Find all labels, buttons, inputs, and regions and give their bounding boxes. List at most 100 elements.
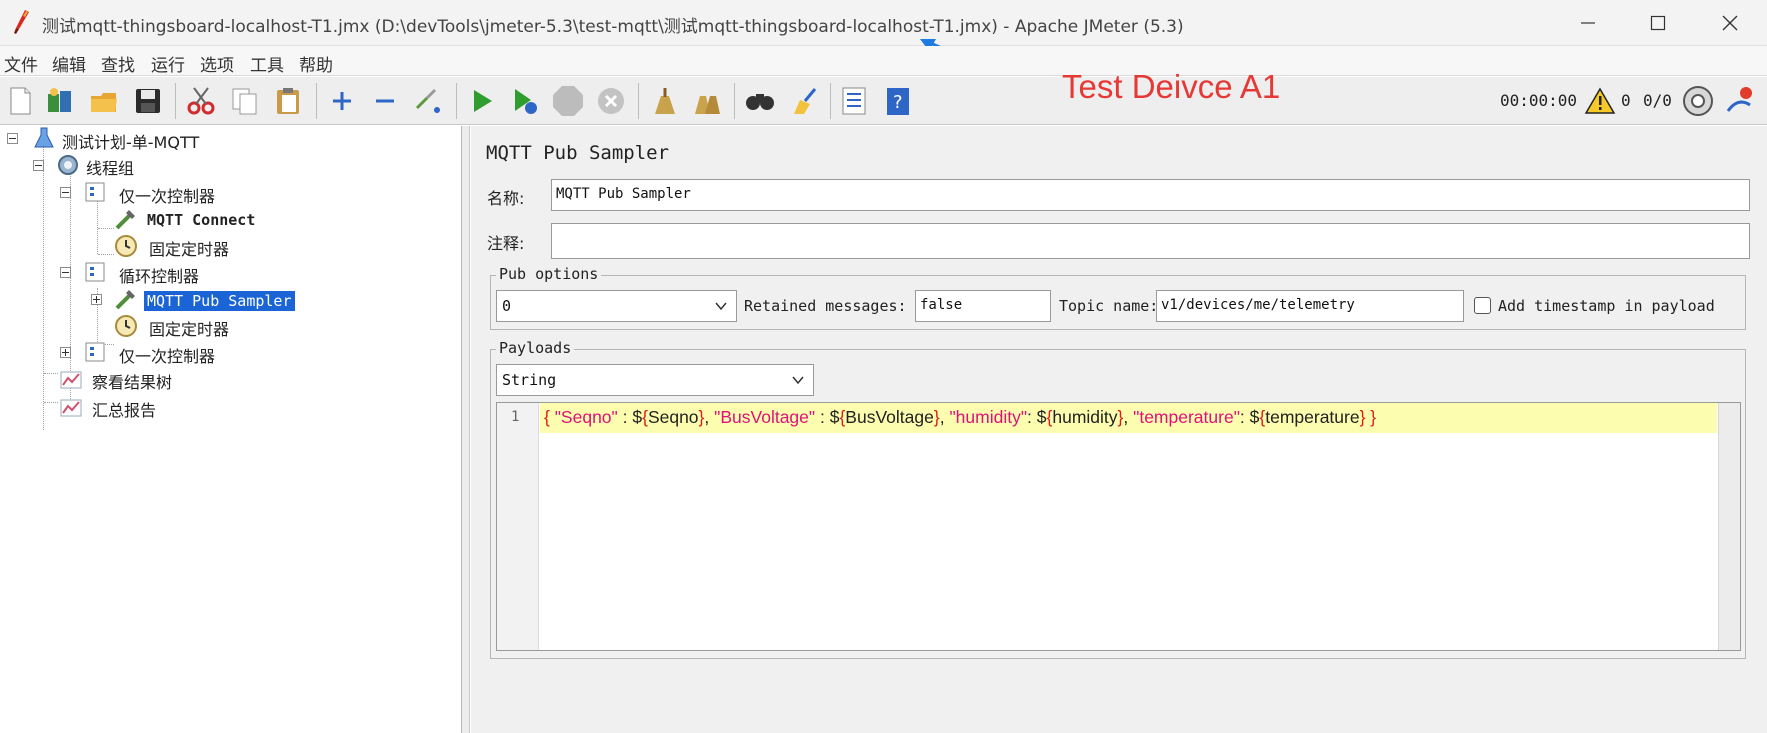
toggle-button[interactable] — [410, 83, 446, 119]
collapse-toggle[interactable] — [7, 133, 18, 144]
help-icon: ? — [887, 88, 909, 115]
remote-status-icon — [1683, 86, 1713, 116]
test-plan-tree: 测试计划-单-MQTT 线程组 仅一次控制器 MQTT Connect 固定定时… — [0, 126, 462, 733]
function-helper-button[interactable] — [836, 83, 872, 119]
menu-run[interactable]: 运行 — [151, 51, 185, 76]
function-helper-icon — [842, 87, 866, 115]
line-gutter: 1 — [497, 403, 539, 650]
cut-button[interactable] — [183, 83, 219, 119]
title-bar: 测试mqtt-thingsboard-localhost-T1.jmx (D:\… — [0, 0, 1767, 46]
log-viewer-icon — [1726, 87, 1752, 112]
close-icon — [1722, 15, 1738, 31]
paste-button[interactable] — [270, 83, 306, 119]
expand-toggle[interactable] — [60, 347, 71, 358]
menu-edit[interactable]: 编辑 — [52, 51, 86, 76]
clear-icon — [655, 88, 675, 114]
elapsed-time: 00:00:00 — [1500, 91, 1578, 110]
editor-scrollbar[interactable] — [1718, 403, 1740, 650]
code-token: "BusVoltage" — [714, 407, 816, 427]
save-icon — [136, 89, 160, 113]
close-button[interactable] — [1700, 0, 1760, 46]
code-token: "temperature" — [1133, 407, 1240, 427]
svg-text:?: ? — [893, 92, 903, 113]
minimize-button[interactable] — [1558, 0, 1618, 46]
payload-type-select[interactable]: String — [496, 364, 814, 396]
chevron-down-icon — [715, 302, 727, 311]
code-token: Seqno — [647, 407, 699, 427]
clear-button[interactable] — [646, 83, 682, 119]
panel-splitter[interactable] — [462, 126, 470, 733]
clear-all-icon — [695, 96, 720, 114]
listener-icon — [60, 399, 82, 417]
collapse-toggle[interactable] — [60, 187, 71, 198]
shutdown-icon — [598, 88, 624, 114]
payload-editor[interactable]: 1 { "Seqno" : ${Seqno}, "BusVoltage" : $… — [496, 402, 1741, 651]
menu-tools[interactable]: 工具 — [250, 51, 284, 76]
open-button[interactable] — [86, 83, 122, 119]
tree-label: 察看结果树 — [92, 373, 173, 392]
line-number: 1 — [511, 409, 520, 425]
comment-field[interactable] — [551, 223, 1750, 259]
code-token: "humidity" — [949, 407, 1028, 427]
thread-group-icon — [58, 155, 78, 175]
help-button[interactable]: ? — [880, 83, 916, 119]
timestamp-checkbox[interactable] — [1474, 297, 1491, 314]
copy-button[interactable] — [227, 83, 263, 119]
pub-options-legend: Pub options — [496, 265, 602, 283]
code-token: , — [939, 407, 950, 427]
sampler-editor-panel: MQTT Pub Sampler 名称: MQTT Pub Sampler 注释… — [471, 126, 1767, 733]
tree-label: 汇总报告 — [92, 401, 157, 420]
retained-field[interactable]: false — [915, 290, 1051, 322]
payload-code-line[interactable]: { "Seqno" : ${Seqno}, "BusVoltage" : ${B… — [540, 403, 1717, 433]
code-token: , — [1123, 407, 1134, 427]
collapse-icon — [376, 99, 394, 103]
annotation-text: Test Deivce A1 — [1062, 68, 1281, 105]
code-token: } } — [1359, 407, 1377, 427]
expand-all-button[interactable] — [324, 83, 360, 119]
remote-status-button[interactable] — [1680, 83, 1716, 119]
timer-icon — [115, 235, 137, 257]
payloads-legend: Payloads — [496, 339, 575, 357]
controller-icon — [85, 182, 105, 202]
timer-icon — [115, 315, 137, 337]
templates-icon — [48, 88, 71, 112]
start-no-pauses-button[interactable] — [507, 83, 543, 119]
paste-icon — [277, 88, 299, 114]
new-icon — [10, 87, 31, 115]
controller-icon — [85, 262, 105, 282]
menu-help[interactable]: 帮助 — [299, 51, 333, 76]
stop-button[interactable] — [550, 83, 586, 119]
shutdown-button[interactable] — [593, 83, 629, 119]
save-button[interactable] — [130, 83, 166, 119]
new-button[interactable] — [2, 83, 38, 119]
search-button[interactable] — [742, 83, 778, 119]
start-button[interactable] — [464, 83, 500, 119]
sampler-icon — [115, 210, 135, 230]
collapse-toggle[interactable] — [33, 160, 44, 171]
menu-options[interactable]: 选项 — [200, 51, 234, 76]
copy-icon — [232, 88, 257, 115]
open-icon — [91, 93, 117, 112]
collapse-toggle[interactable] — [60, 267, 71, 278]
timestamp-label: Add timestamp in payload — [1498, 297, 1715, 315]
menu-search[interactable]: 查找 — [101, 51, 135, 76]
topic-field[interactable]: v1/devices/me/telemetry — [1156, 290, 1464, 322]
name-field[interactable]: MQTT Pub Sampler — [551, 179, 1750, 211]
listener-icon — [60, 371, 82, 389]
reset-search-icon — [794, 88, 817, 114]
templates-button[interactable] — [42, 83, 78, 119]
code-token: : $ — [617, 407, 643, 427]
collapse-all-button[interactable] — [367, 83, 403, 119]
reset-search-button[interactable] — [785, 83, 821, 119]
clear-all-button[interactable] — [689, 83, 725, 119]
test-plan-icon — [34, 127, 54, 148]
log-viewer-button[interactable] — [1722, 83, 1758, 119]
tree-label: 固定定时器 — [149, 320, 230, 339]
expand-toggle[interactable] — [91, 294, 102, 305]
qos-select[interactable]: 0 — [496, 290, 737, 322]
maximize-button[interactable] — [1628, 0, 1688, 46]
menu-file[interactable]: 文件 — [4, 51, 38, 76]
window-title: 测试mqtt-thingsboard-localhost-T1.jmx (D:\… — [42, 17, 1184, 37]
tree-label: 仅一次控制器 — [119, 347, 216, 366]
stop-icon — [553, 86, 583, 116]
